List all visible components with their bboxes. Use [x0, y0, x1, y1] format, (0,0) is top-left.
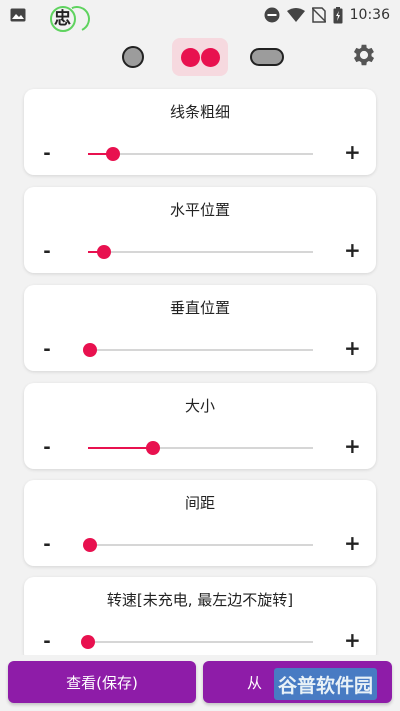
no-sim-icon: [311, 7, 326, 23]
slider-label: 水平位置: [169, 201, 230, 219]
image-icon: [10, 8, 26, 22]
shape-pill-button[interactable]: [244, 38, 290, 76]
slider-label: 大小: [184, 397, 215, 415]
decrease-button[interactable]: -: [41, 339, 53, 360]
dot-left-icon: [180, 47, 200, 67]
increase-button[interactable]: +: [344, 434, 361, 458]
slider-track[interactable]: [83, 538, 313, 552]
increase-button[interactable]: +: [344, 336, 361, 360]
slider-thumb[interactable]: [96, 245, 111, 259]
slider-track[interactable]: [81, 635, 313, 649]
bottom-action-bar: 查看(保存) 从 谷普软件园: [0, 655, 400, 711]
slider-label: 线条粗细: [169, 103, 230, 121]
circle-shape-icon: [122, 46, 144, 68]
app-glyph: 忠: [54, 9, 71, 29]
slider-thumb[interactable]: [83, 343, 98, 357]
slider-card-line-thickness: 线条粗细 - +: [24, 89, 376, 175]
battery-icon: [333, 6, 343, 24]
slider-track[interactable]: [83, 343, 313, 357]
slider-track[interactable]: [88, 245, 313, 259]
shape-circle-button[interactable]: [113, 38, 153, 76]
increase-button[interactable]: +: [344, 531, 361, 555]
slider-fill: [88, 447, 154, 449]
slider-thumb[interactable]: [81, 635, 95, 649]
increase-button[interactable]: +: [344, 628, 361, 652]
dot-right-icon: [200, 47, 220, 67]
status-time: 10:36: [349, 7, 390, 23]
pill-shape-icon: [250, 48, 284, 66]
slider-card-vertical-position: 垂直位置 - +: [24, 285, 376, 371]
app-indicator-icon: 忠: [32, 0, 94, 36]
decrease-button[interactable]: -: [41, 143, 53, 164]
slider-card-size: 大小 - +: [24, 383, 376, 469]
decrease-button[interactable]: -: [41, 437, 53, 458]
slider-label: 间距: [184, 494, 215, 512]
slider-track[interactable]: [88, 441, 313, 455]
slider-thumb[interactable]: [146, 441, 161, 455]
status-bar: 忠 10:36: [0, 0, 400, 36]
slider-card-horizontal-position: 水平位置 - +: [24, 187, 376, 273]
decrease-button[interactable]: -: [41, 241, 53, 262]
slider-thumb[interactable]: [83, 538, 98, 552]
from-button-label: 从: [247, 673, 263, 692]
slider-card-spacing: 间距 - +: [24, 480, 376, 566]
do-not-disturb-icon: [264, 7, 280, 23]
decrease-button[interactable]: -: [41, 534, 53, 555]
slider-track[interactable]: [88, 147, 313, 161]
shape-double-dot-button[interactable]: [172, 38, 228, 76]
wifi-icon: [286, 8, 305, 22]
decrease-button[interactable]: -: [41, 631, 53, 652]
increase-button[interactable]: +: [344, 238, 361, 262]
watermark-logo: 谷普软件园: [274, 668, 378, 700]
increase-button[interactable]: +: [344, 140, 361, 164]
shape-selector-bar: [0, 36, 400, 76]
view-save-button[interactable]: 查看(保存): [8, 661, 196, 703]
gear-icon[interactable]: [350, 41, 378, 69]
slider-label: 垂直位置: [169, 299, 230, 317]
slider-label: 转速[未充电, 最左边不旋转]: [106, 591, 294, 609]
slider-thumb[interactable]: [105, 147, 120, 161]
slider-card-rotation-speed: 转速[未充电, 最左边不旋转] - +: [24, 577, 376, 663]
